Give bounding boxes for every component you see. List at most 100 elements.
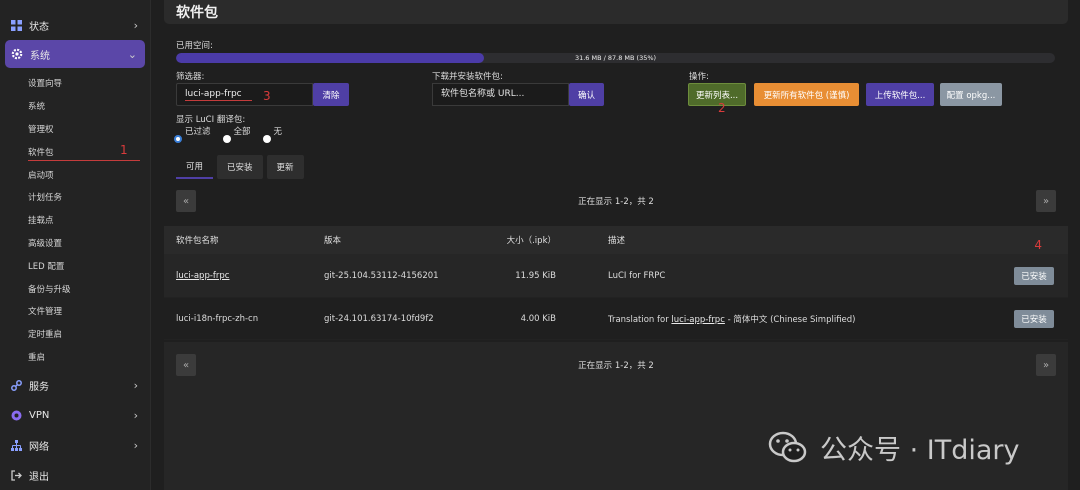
package-description: Translation for luci-app-frpc - 简体中文 (Ch… <box>608 313 856 325</box>
package-description: LuCI for FRPC <box>608 270 666 281</box>
sidebar-subitem[interactable]: 挂载点 <box>0 209 150 232</box>
radio-circle[interactable] <box>174 135 182 143</box>
pager-text: 正在显示 1-2，共 2 <box>578 197 654 207</box>
description-link[interactable]: luci-app-frpc <box>671 315 724 325</box>
watermark: 公众号 · ITdiary <box>768 428 1019 467</box>
chevron-down-icon: ⌄ <box>127 47 137 61</box>
upgrade-all-button[interactable]: 更新所有软件包 (谨慎) <box>754 83 859 106</box>
radio-label: 已过滤 <box>185 127 211 137</box>
chevron-right-icon: › <box>133 18 138 32</box>
annotation-underline <box>185 100 252 101</box>
radio-circle[interactable] <box>222 135 231 143</box>
annotation-underline <box>28 160 140 162</box>
sidebar-subitem-label: 文件管理 <box>28 307 63 318</box>
nav-logout-label: 退出 <box>29 471 49 483</box>
tab[interactable]: 可用 <box>176 155 214 179</box>
installed-button[interactable]: 已安装 <box>1014 266 1054 285</box>
nav-services-label: 服务 <box>29 381 49 393</box>
translation-radio[interactable]: 无 <box>262 125 283 143</box>
radio-label: 无 <box>273 127 283 137</box>
pager-text: 正在显示 1-2，共 2 <box>578 361 654 371</box>
sidebar-subitem[interactable]: 备份与升级 <box>0 277 150 300</box>
table-row: luci-app-frpc git-25.104.53112-4156201 1… <box>164 238 1068 298</box>
watermark-text: 公众号 · ITdiary <box>820 435 1020 466</box>
clear-button[interactable]: 清除 <box>313 83 349 106</box>
annotation-3: 3 <box>263 89 271 103</box>
page-title: 软件包 <box>164 0 1068 24</box>
nav-network[interactable]: 网络 › <box>0 432 150 458</box>
sidebar-subitem[interactable]: 系统 <box>0 95 150 118</box>
gear-icon <box>11 48 23 60</box>
sidebar-subitem[interactable]: 定时重启 <box>0 323 150 346</box>
chevron-right-icon: › <box>133 378 138 392</box>
package-size: 4.00 KiB <box>520 313 556 324</box>
package-name: luci-i18n-frpc-zh-cn <box>176 313 259 324</box>
nav-logout[interactable]: 退出 <box>0 462 150 488</box>
nav-services[interactable]: 服务 › <box>0 372 150 398</box>
translation-radio-group: 已过滤 全部 无 <box>174 125 282 143</box>
translation-label: 显示 LuCI 翻译包: <box>176 115 246 125</box>
filter-input-value: luci-app-frpc <box>185 89 242 99</box>
sidebar-subitem[interactable]: 启动项 <box>0 163 150 186</box>
filter-label: 筛选器: <box>176 72 205 82</box>
header-size: 大小（.ipk） <box>506 236 556 246</box>
sidebar-subitem-label: 定时重启 <box>28 330 63 341</box>
sidebar-subitem[interactable]: 设置向导 <box>0 72 150 95</box>
chevron-right-icon: › <box>133 408 138 422</box>
confirm-button[interactable]: 确认 <box>569 83 604 106</box>
vpn-icon <box>10 409 22 421</box>
header-version: 版本 <box>324 236 342 246</box>
actions-label: 操作: <box>689 72 709 82</box>
sidebar-subitem[interactable]: 软件包 1 <box>0 140 150 163</box>
sidebar-subitem-label: 挂载点 <box>28 216 54 227</box>
storage-progress: 31.6 MB / 87.8 MB (35%) <box>176 53 1055 63</box>
network-icon <box>10 439 22 451</box>
nav-system-label: 系统 <box>30 50 50 62</box>
sidebar-subitem[interactable]: 高级设置 <box>0 232 150 255</box>
translation-radio[interactable]: 已过滤 <box>174 125 211 143</box>
upload-package-button[interactable]: 上传软件包... <box>866 83 934 106</box>
header-name: 软件包名称 <box>176 236 219 246</box>
sidebar-subitem[interactable]: 重启 <box>0 346 150 369</box>
package-controls: 已用空间: 31.6 MB / 87.8 MB (35%) 筛选器: luci-… <box>164 33 1068 213</box>
nav-network-label: 网络 <box>29 441 49 453</box>
package-version: git-24.101.63174-10fd9f2 <box>324 313 434 324</box>
radio-label: 全部 <box>233 127 251 137</box>
tab[interactable]: 更新 <box>266 155 304 179</box>
package-table: 软件包名称 版本 大小（.ipk） 描述 luci-app-frpc git-2… <box>164 226 1068 340</box>
sidebar-subitem-label: 计划任务 <box>28 193 63 204</box>
storage-label: 已用空间: <box>176 41 213 51</box>
package-url-input[interactable]: 软件包名称或 URL... <box>432 83 569 106</box>
update-lists-button[interactable]: 更新列表... <box>688 83 746 106</box>
nav-vpn[interactable]: VPN › <box>0 402 150 428</box>
header-description: 描述 <box>608 236 626 246</box>
sidebar-subitem[interactable]: 计划任务 <box>0 186 150 209</box>
nav-status[interactable]: 状态 › <box>0 12 150 38</box>
nav-system[interactable]: 系统 ⌄ <box>5 40 145 68</box>
sidebar-subitem[interactable]: 文件管理 <box>0 300 150 323</box>
sidebar: 状态 › 系统 ⌄ 设置向导 系统 管理权 软件包 1 启动项 计划任务 挂载点 高级设置 LED… <box>0 0 151 490</box>
installed-button[interactable]: 已安装 <box>1014 309 1054 328</box>
sidebar-subitem-label: LED 配置 <box>28 261 65 272</box>
configure-opkg-button[interactable]: 配置 opkg... <box>940 83 1002 106</box>
table-row: luci-i18n-frpc-zh-cn git-24.101.63174-10… <box>164 298 1068 340</box>
annotation-1: 1 <box>120 143 128 158</box>
chevron-right-icon: › <box>133 438 138 452</box>
tab[interactable]: 已安装 <box>217 155 263 179</box>
sidebar-subitem[interactable]: 管理权 <box>0 118 150 141</box>
system-submenu: 设置向导系统管理权软件包 1 启动项计划任务挂载点高级设置 LED 配置备份与升级文件… <box>0 72 150 368</box>
filter-input[interactable]: luci-app-frpc <box>176 83 313 106</box>
wechat-icon <box>768 431 808 465</box>
nav-vpn-label: VPN <box>29 409 50 421</box>
package-name-link[interactable]: luci-app-frpc <box>176 271 229 281</box>
sidebar-subitem-label: 管理权 <box>28 124 54 135</box>
sidebar-subitem-label: 设置向导 <box>28 79 63 90</box>
sidebar-subitem[interactable]: LED 配置 <box>0 254 150 277</box>
package-size: 11.95 KiB <box>515 270 556 281</box>
pager-next-button[interactable]: » <box>1036 190 1056 212</box>
translation-radio[interactable]: 全部 <box>222 125 251 143</box>
pager-next-button[interactable]: » <box>1036 354 1056 376</box>
pager-bottom: « 正在显示 1-2，共 2 » <box>164 354 1068 376</box>
logout-icon <box>10 469 22 481</box>
radio-circle[interactable] <box>262 135 271 143</box>
